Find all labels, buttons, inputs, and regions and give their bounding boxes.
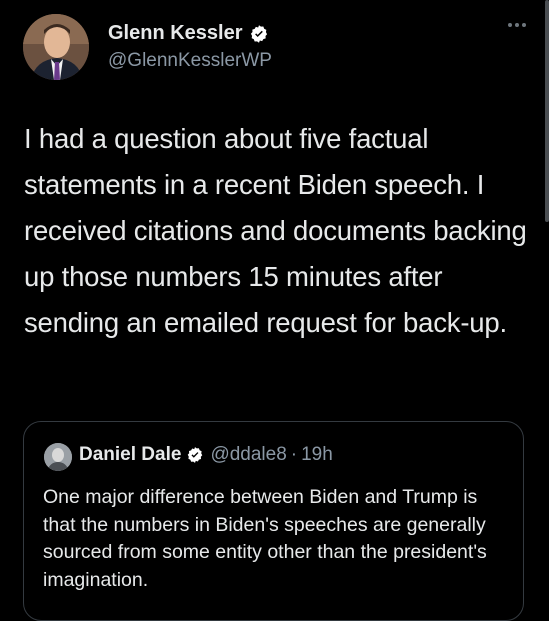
avatar[interactable] (23, 14, 89, 80)
verified-badge-icon (250, 24, 267, 43)
more-dot (515, 23, 519, 27)
author-handle[interactable]: @GlennKesslerWP (108, 50, 272, 72)
quoted-avatar[interactable] (44, 443, 72, 471)
author-name[interactable]: Glenn Kessler (108, 22, 243, 45)
separator-dot: · (290, 444, 298, 465)
quoted-timestamp[interactable]: 19h (301, 444, 333, 466)
tweet-text: I had a question about five factual stat… (24, 123, 527, 338)
tweet: Glenn Kessler @GlennKesslerWP I had a qu… (0, 0, 549, 621)
quoted-author-name[interactable]: Daniel Dale (79, 444, 181, 466)
quoted-header: Daniel Dale @ddale8 · 19h (79, 444, 333, 466)
quoted-profile-photo (44, 443, 72, 471)
author-name-row[interactable]: Glenn Kessler (108, 22, 269, 45)
more-options-icon[interactable] (508, 23, 526, 27)
quoted-author-handle[interactable]: @ddale8 (210, 444, 286, 466)
profile-photo (23, 14, 89, 80)
quoted-tweet[interactable]: Daniel Dale @ddale8 · 19h One major diff… (23, 421, 524, 621)
more-dot (522, 23, 526, 27)
quoted-tweet-text: One major difference between Biden and T… (43, 486, 487, 591)
more-dot (508, 23, 512, 27)
scrollbar[interactable] (545, 0, 549, 222)
verified-badge-icon (188, 447, 203, 463)
